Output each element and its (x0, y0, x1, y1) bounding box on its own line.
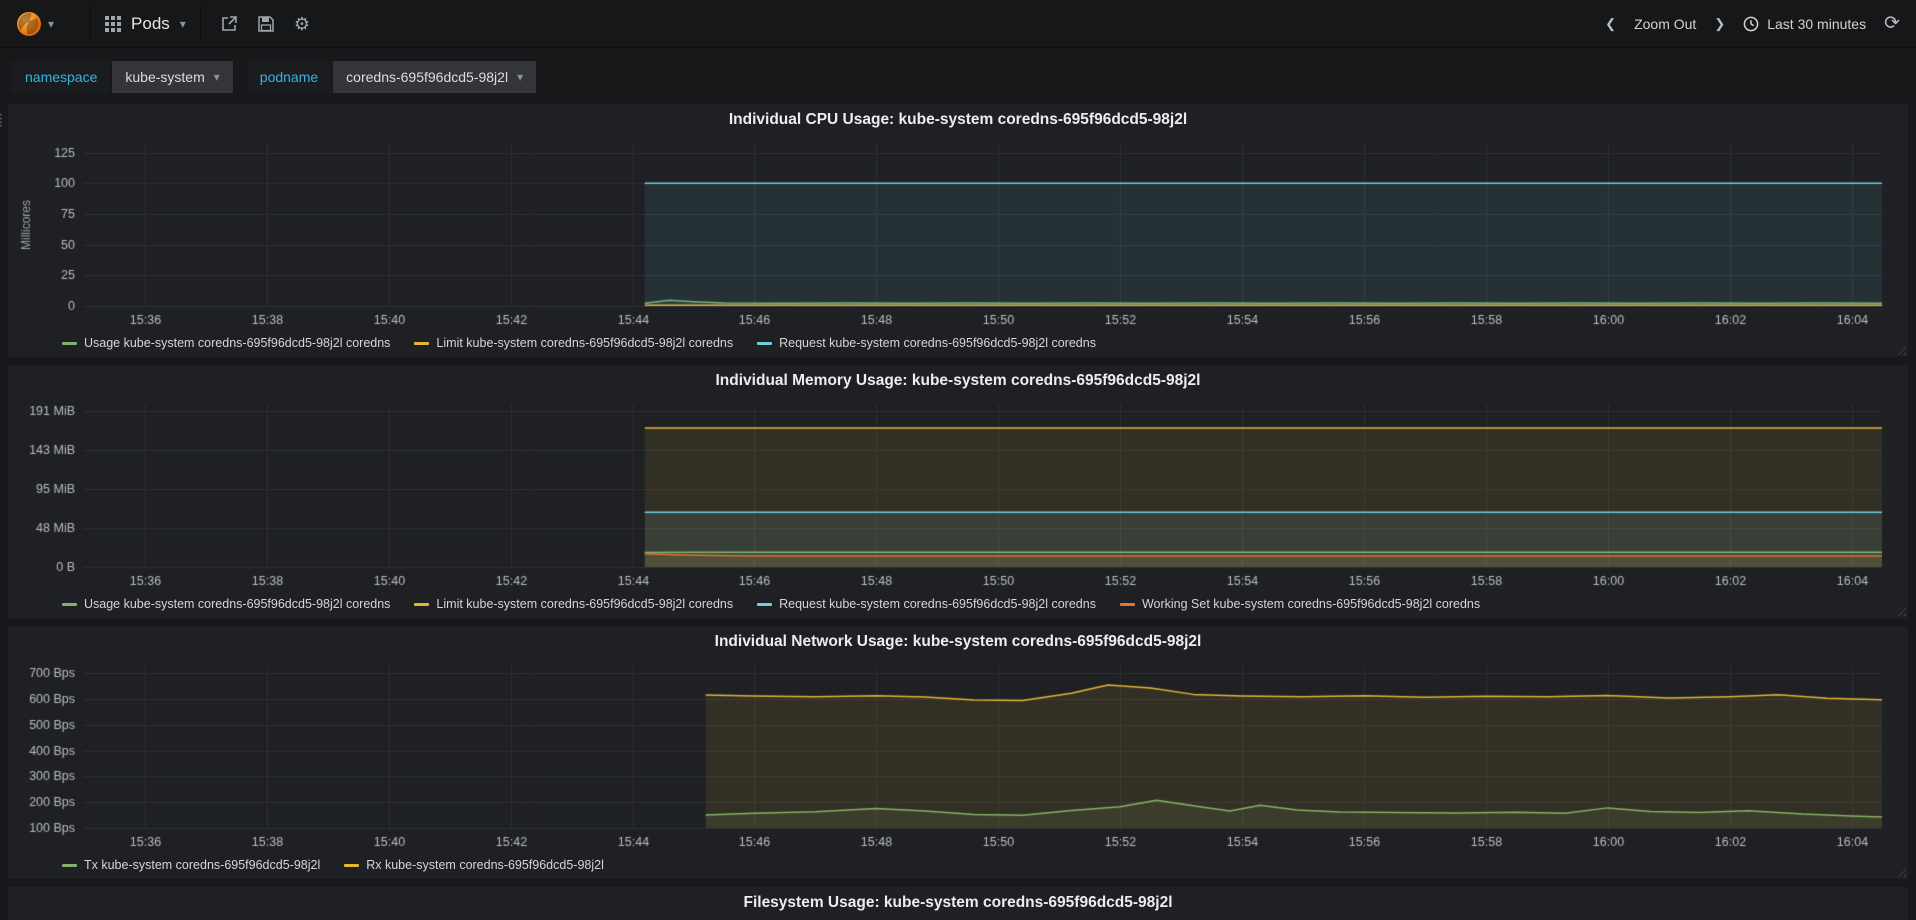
panel-header[interactable]: Filesystem Usage: kube-system coredns-69… (14, 889, 1902, 917)
top-navbar: ▾ Pods ▾ ⚙ ❮ Zoom Out ❯ Last 30 minutes … (0, 0, 1916, 48)
panel-header[interactable]: Individual Network Usage: kube-system co… (14, 628, 1902, 656)
variable-label-podname: podname (246, 61, 332, 93)
legend-label: Working Set kube-system coredns-695f96dc… (1141, 597, 1481, 611)
legend-color-swatch (757, 602, 773, 606)
chevron-right-icon: ❯ (1714, 15, 1726, 31)
chart-canvas[interactable] (14, 395, 1900, 593)
legend-label: Usage kube-system coredns-695f96dcd5-98j… (84, 336, 391, 350)
dashboard-panels: ⣿ Individual CPU Usage: kube-system core… (0, 102, 1916, 920)
panel-header[interactable]: Individual Memory Usage: kube-system cor… (14, 367, 1902, 395)
panel-title: Individual CPU Usage: kube-system coredn… (728, 111, 1188, 128)
template-variables-bar: namespace kube-system ▾ podname coredns-… (0, 48, 1916, 102)
legend-color-swatch (1119, 602, 1135, 606)
variable-label-namespace: namespace (12, 61, 111, 93)
grafana-logo-icon (17, 11, 41, 36)
grafana-logo-menu[interactable]: ▾ (8, 7, 62, 41)
gear-icon: ⚙ (293, 13, 310, 34)
time-range-label: Last 30 minutes (1767, 15, 1867, 32)
panel: Filesystem Usage: kube-system coredns-69… (8, 887, 1908, 920)
time-back-button[interactable]: ❮ (1605, 16, 1616, 32)
legend-label: Usage kube-system coredns-695f96dcd5-98j… (84, 597, 391, 611)
panel: Individual Memory Usage: kube-system cor… (8, 365, 1908, 618)
legend-color-swatch (414, 602, 430, 606)
dashboard-title: Pods (131, 13, 170, 33)
chart-legend: Tx kube-system coredns-695f96dcd5-98j2l R… (14, 854, 1902, 875)
time-forward-button[interactable]: ❯ (1714, 16, 1725, 32)
legend-item[interactable]: Tx kube-system coredns-695f96dcd5-98j2l (62, 858, 320, 872)
legend-item[interactable]: Limit kube-system coredns-695f96dcd5-98j… (414, 336, 733, 350)
variable-value-text: coredns-695f96dcd5-98j2l (346, 69, 509, 85)
refresh-icon: ⟳ (1884, 13, 1900, 34)
legend-color-swatch (757, 341, 773, 345)
zoom-out-button[interactable]: Zoom Out (1634, 16, 1696, 32)
panel-header[interactable]: Individual CPU Usage: kube-system coredn… (14, 106, 1902, 134)
variable-podname: podname coredns-695f96dcd5-98j2l ▾ (246, 61, 537, 93)
panel-title: Individual Memory Usage: kube-system cor… (715, 372, 1201, 389)
legend-label: Request kube-system coredns-695f96dcd5-9… (779, 597, 1096, 611)
legend-item[interactable]: Limit kube-system coredns-695f96dcd5-98j… (414, 597, 733, 611)
navbar-right: ❮ Zoom Out ❯ Last 30 minutes ⟳ (1605, 12, 1900, 35)
dashboard-picker[interactable]: Pods ▾ (90, 4, 201, 43)
share-icon (222, 16, 237, 31)
zoom-out-label: Zoom Out (1634, 15, 1697, 32)
panel-title: Filesystem Usage: kube-system coredns-69… (743, 894, 1173, 911)
legend-item[interactable]: Request kube-system coredns-695f96dcd5-9… (757, 597, 1096, 611)
chart-canvas[interactable] (14, 656, 1900, 854)
legend-color-swatch (62, 863, 77, 867)
legend-item[interactable]: Rx kube-system coredns-695f96dcd5-98j2l (344, 858, 604, 872)
legend-color-swatch (344, 863, 360, 867)
panel: Individual Network Usage: kube-system co… (8, 626, 1908, 879)
caret-down-icon: ▾ (48, 16, 55, 31)
legend-item[interactable]: Working Set kube-system coredns-695f96dc… (1119, 597, 1481, 611)
legend-color-swatch (62, 341, 77, 345)
legend-label: Tx kube-system coredns-695f96dcd5-98j2l (84, 858, 321, 872)
time-range-picker[interactable]: Last 30 minutes (1743, 16, 1866, 32)
legend-label: Request kube-system coredns-695f96dcd5-9… (779, 336, 1096, 350)
chart-legend: Usage kube-system coredns-695f96dcd5-98j… (14, 593, 1902, 614)
save-icon (258, 15, 274, 32)
legend-color-swatch (414, 341, 430, 345)
panel-title: Individual Network Usage: kube-system co… (714, 633, 1202, 650)
chart-legend: Usage kube-system coredns-695f96dcd5-98j… (14, 332, 1902, 353)
variable-value-text: kube-system (125, 69, 205, 85)
legend-item[interactable]: Request kube-system coredns-695f96dcd5-9… (757, 336, 1096, 350)
row-drag-handle[interactable]: ⣿ (0, 112, 3, 128)
settings-button[interactable]: ⚙ (294, 15, 310, 33)
refresh-button[interactable]: ⟳ (1884, 12, 1900, 35)
variable-dropdown-podname[interactable]: coredns-695f96dcd5-98j2l ▾ (333, 61, 537, 93)
legend-label: Rx kube-system coredns-695f96dcd5-98j2l (366, 858, 604, 872)
chevron-left-icon: ❮ (1605, 15, 1617, 31)
panel: Individual CPU Usage: kube-system coredn… (8, 104, 1908, 357)
legend-label: Limit kube-system coredns-695f96dcd5-98j… (436, 336, 734, 350)
legend-color-swatch (62, 602, 77, 606)
share-button[interactable] (221, 15, 238, 32)
legend-item[interactable]: Usage kube-system coredns-695f96dcd5-98j… (62, 336, 390, 350)
clock-icon (1743, 16, 1759, 31)
chart-canvas[interactable] (14, 134, 1900, 332)
caret-down-icon: ▾ (179, 16, 186, 31)
legend-label: Limit kube-system coredns-695f96dcd5-98j… (436, 597, 734, 611)
dashboard-grid-icon (105, 15, 122, 32)
variable-dropdown-namespace[interactable]: kube-system ▾ (112, 61, 233, 93)
caret-down-icon: ▾ (517, 70, 524, 84)
legend-item[interactable]: Usage kube-system coredns-695f96dcd5-98j… (62, 597, 390, 611)
variable-namespace: namespace kube-system ▾ (12, 61, 233, 93)
caret-down-icon: ▾ (213, 70, 220, 84)
save-button[interactable] (258, 15, 274, 32)
navbar-left: ▾ Pods ▾ ⚙ (8, 4, 310, 43)
